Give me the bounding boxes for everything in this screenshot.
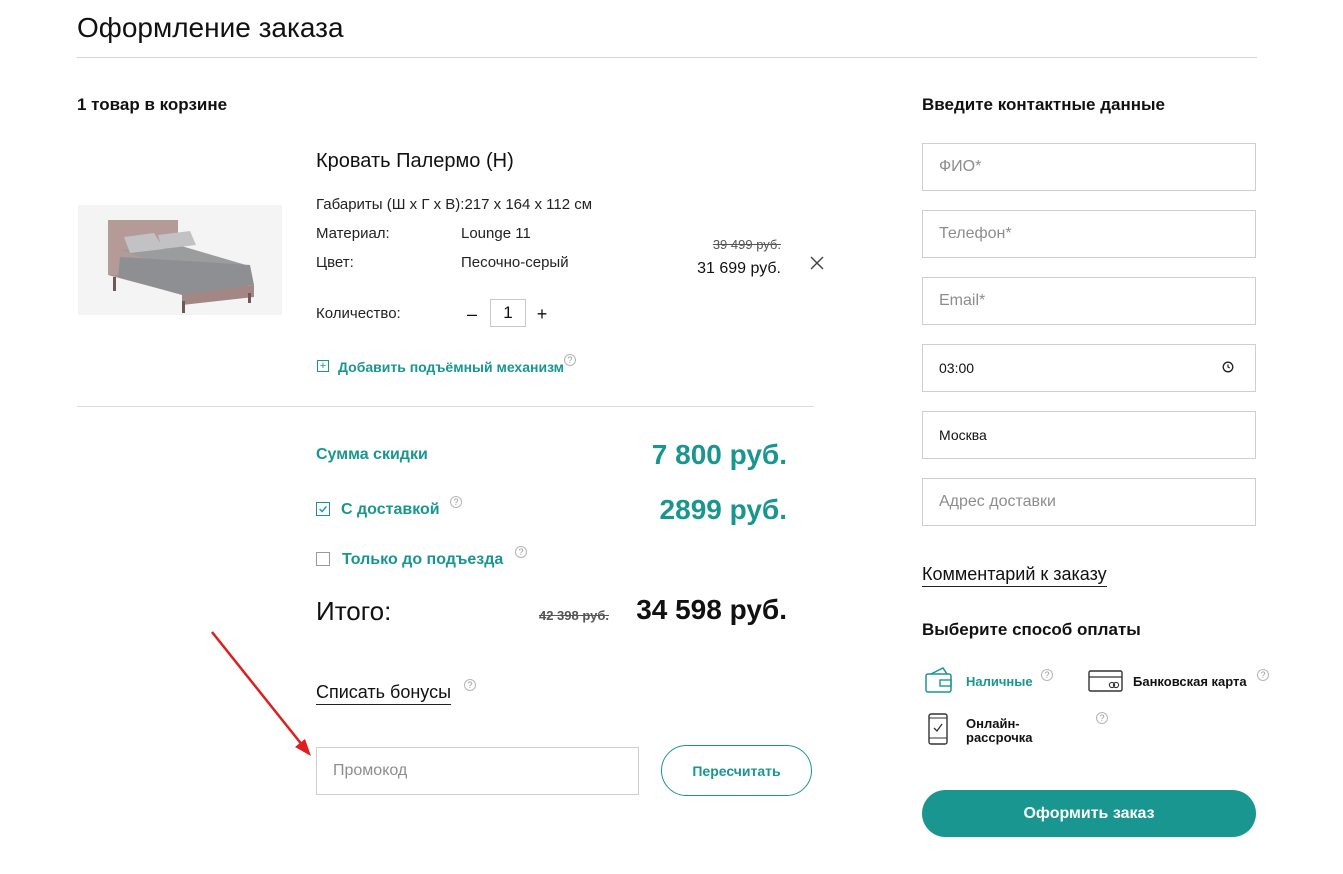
annotation-arrow: [211, 631, 311, 756]
recalculate-button[interactable]: Пересчитать: [661, 745, 812, 796]
bonus-help-icon[interactable]: ?: [464, 679, 476, 691]
quantity-label: Количество:: [316, 305, 401, 322]
total-value: 34 598 руб.: [636, 594, 787, 625]
full-name-field[interactable]: [922, 143, 1256, 191]
product-image[interactable]: [78, 205, 282, 315]
city-field[interactable]: [922, 411, 1256, 459]
title-divider: [77, 57, 1257, 58]
payment-option-cash[interactable]: Наличные: [966, 674, 1033, 689]
cash-help-icon[interactable]: ?: [1041, 669, 1053, 681]
payment-option-installment[interactable]: Онлайн- рассрочка: [966, 717, 1032, 745]
clock-icon[interactable]: [1222, 361, 1234, 373]
delivery-time-field[interactable]: [922, 344, 1256, 392]
delivery-address-field[interactable]: [922, 478, 1256, 526]
material-value: Lounge 11: [461, 225, 531, 242]
discount-label: Сумма скидки: [316, 446, 428, 463]
product-name[interactable]: Кровать Палермо (Н): [316, 150, 514, 173]
quantity-decrease-button[interactable]: –: [463, 303, 481, 325]
delivery-help-icon[interactable]: ?: [450, 496, 462, 508]
color-label: Цвет:: [316, 254, 354, 271]
phone-field[interactable]: [922, 210, 1256, 258]
payment-option-card[interactable]: Банковская карта: [1133, 674, 1247, 689]
installment-help-icon[interactable]: ?: [1096, 712, 1108, 724]
delivery-checkbox[interactable]: [316, 502, 330, 516]
item-price: 31 699 руб.: [697, 260, 781, 277]
item-old-price: 39 499 руб.: [712, 237, 781, 252]
card-help-icon[interactable]: ?: [1257, 669, 1269, 681]
delivery-value: 2899 руб.: [659, 494, 787, 525]
material-label: Материал:: [316, 225, 390, 242]
page-title: Оформление заказа: [77, 12, 344, 43]
delivery-label[interactable]: С доставкой: [341, 501, 440, 519]
add-lift-mechanism-link[interactable]: Добавить подъёмный механизм: [338, 359, 564, 375]
cart-divider: [77, 406, 814, 407]
remove-item-icon[interactable]: [808, 254, 826, 272]
credit-card-icon[interactable]: [1088, 670, 1123, 692]
product-dimensions: Габариты (Ш х Г х В):217 х 164 х 112 см: [316, 196, 593, 213]
quantity-increase-button[interactable]: +: [533, 303, 551, 325]
addon-help-icon[interactable]: ?: [564, 354, 576, 366]
total-label: Итого:: [316, 596, 392, 626]
phone-installment-icon[interactable]: [927, 713, 949, 745]
order-comment-link[interactable]: Комментарий к заказу: [922, 564, 1107, 587]
entrance-only-checkbox[interactable]: [316, 552, 330, 566]
color-value: Песочно-серый: [461, 254, 569, 271]
entrance-help-icon[interactable]: ?: [515, 546, 527, 558]
quantity-input[interactable]: 1: [490, 299, 526, 327]
place-order-button[interactable]: Оформить заказ: [922, 790, 1256, 837]
promo-code-input[interactable]: [316, 747, 639, 795]
wallet-icon[interactable]: [923, 666, 954, 694]
email-field[interactable]: [922, 277, 1256, 325]
discount-value: 7 800 руб.: [651, 439, 787, 470]
cart-count: 1 товар в корзине: [77, 95, 228, 114]
total-old-price: 42 398 руб.: [538, 608, 609, 623]
contact-section-title: Введите контактные данные: [922, 95, 1165, 114]
add-lift-mechanism-icon[interactable]: +: [317, 360, 329, 372]
entrance-only-label[interactable]: Только до подъезда: [342, 551, 503, 569]
use-bonuses-link[interactable]: Списать бонусы: [316, 682, 452, 705]
payment-section-title: Выберите способ оплаты: [922, 620, 1141, 639]
